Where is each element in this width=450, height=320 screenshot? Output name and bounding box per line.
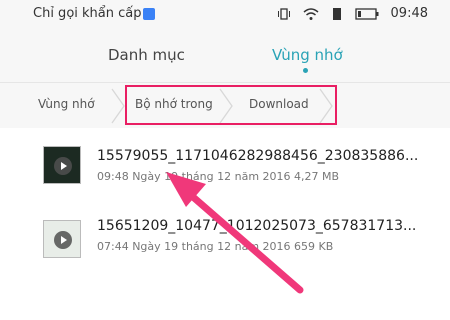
carrier-label: Chỉ gọi khẩn cấp	[33, 6, 142, 21]
breadcrumb-item-storage[interactable]: Vùng nhớ	[38, 97, 95, 111]
sd-card-icon	[332, 7, 341, 20]
file-meta: 09:48 Ngày 19 tháng 12 năm 2016 4,27 MB	[97, 170, 340, 183]
play-icon	[54, 157, 72, 175]
video-thumbnail	[43, 220, 81, 258]
video-thumbnail	[43, 146, 81, 184]
sim-icon	[143, 8, 155, 20]
status-icons: 09:48	[277, 6, 428, 21]
active-tab-indicator	[303, 68, 308, 73]
battery-icon	[354, 7, 379, 20]
vibrate-icon	[277, 7, 290, 20]
breadcrumb-highlight-box	[125, 85, 337, 125]
list-item[interactable]: 15579055_1171046282988456_230835886... 0…	[0, 134, 450, 198]
tab-categories[interactable]: Danh mục	[108, 46, 185, 64]
status-bar: Chỉ gọi khẩn cấp 09:48	[0, 0, 450, 30]
play-icon	[54, 231, 72, 249]
tab-bar: Danh mục Vùng nhớ	[0, 30, 450, 82]
file-meta: 07:44 Ngày 19 tháng 12 năm 2016 659 KB	[97, 240, 334, 253]
wifi-icon	[303, 7, 319, 20]
clock: 09:48	[390, 6, 428, 21]
list-item[interactable]: 15651209_10477_1012025073_657831713... 0…	[0, 210, 450, 274]
file-list: 15579055_1171046282988456_230835886... 0…	[0, 128, 450, 320]
file-name: 15651209_10477_1012025073_657831713...	[97, 218, 417, 234]
tab-storage[interactable]: Vùng nhớ	[272, 46, 343, 64]
file-name: 15579055_1171046282988456_230835886...	[97, 148, 419, 164]
